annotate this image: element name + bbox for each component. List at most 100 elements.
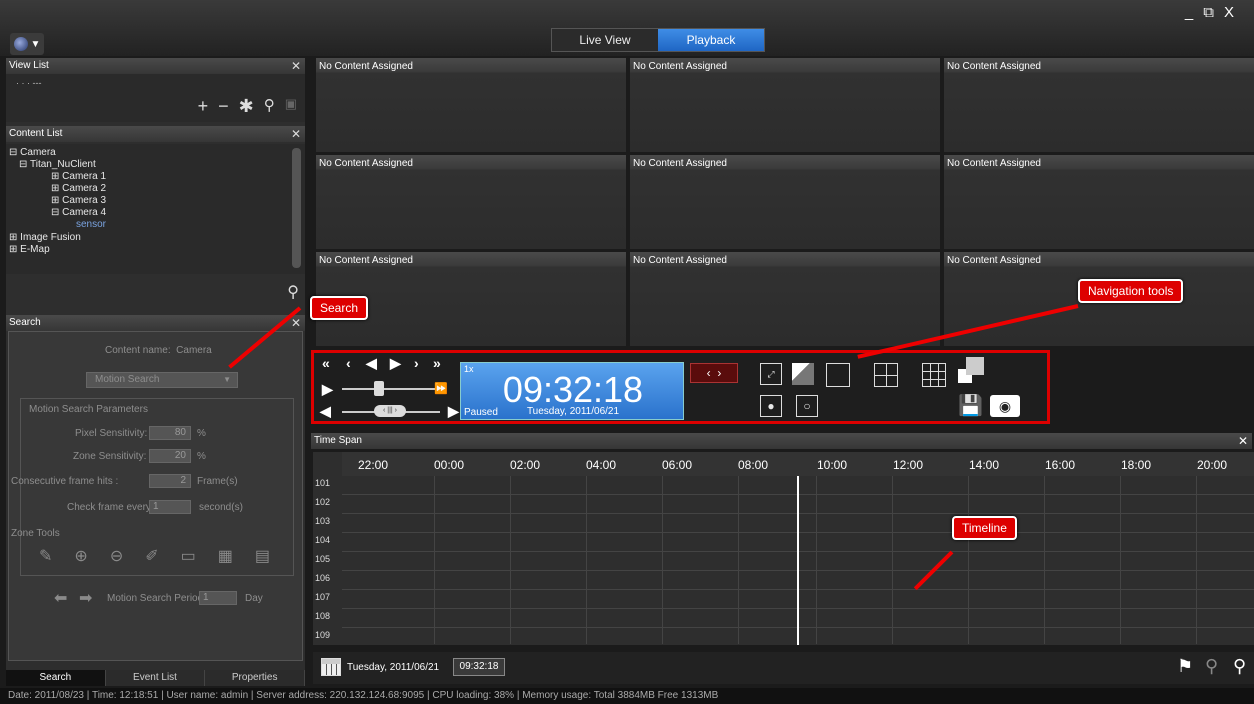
fullscreen-icon[interactable]: ⤢ (760, 363, 782, 385)
app-menu-button[interactable]: ▼ (10, 33, 44, 55)
video-cell[interactable]: No Content Assigned (944, 155, 1254, 249)
tree-item-camera-1[interactable]: ⊞ Camera 1 (51, 171, 106, 182)
speed-slider-handle[interactable] (374, 381, 384, 396)
monitor-icon[interactable]: ▣ (285, 96, 297, 117)
close-button[interactable]: X (1224, 4, 1244, 21)
tree-item-camera-3[interactable]: ⊞ Camera 3 (51, 195, 106, 206)
export-icon[interactable]: 💾 (958, 393, 983, 418)
play-icon[interactable]: ▶ (390, 355, 401, 372)
minus-circle-icon[interactable]: ⊖ (110, 546, 123, 566)
layout-2x2-icon[interactable] (874, 363, 898, 387)
search-type-select[interactable]: Motion Search ▼ (86, 372, 238, 388)
calendar-icon[interactable] (321, 658, 341, 676)
close-icon[interactable]: ✕ (291, 315, 301, 331)
tab-event-list[interactable]: Event List (105, 670, 206, 686)
period-unit: Day (245, 593, 263, 604)
tab-properties[interactable]: Properties (205, 670, 306, 686)
record-icon[interactable]: ● (760, 395, 782, 417)
tree-item-titan[interactable]: ⊟ Titan_NuClient (19, 159, 96, 170)
video-cell[interactable]: No Content Assigned (944, 58, 1254, 152)
check-unit: second(s) (199, 502, 243, 513)
window-controls: _⧉X (1185, 4, 1244, 21)
swap-layout-icon[interactable] (792, 363, 814, 385)
playback-date: Tuesday, 2011/06/21 (526, 406, 620, 417)
timeline-cursor[interactable] (797, 476, 799, 645)
footer-time-field[interactable]: 09:32:18 (453, 658, 505, 676)
tree-item-camera-2[interactable]: ⊞ Camera 2 (51, 183, 106, 194)
restore-button[interactable]: ⧉ (1203, 4, 1224, 21)
minimize-button[interactable]: _ (1185, 4, 1203, 21)
footer-date: Tuesday, 2011/06/21 (347, 662, 440, 673)
period-label: Motion Search Period (107, 593, 204, 604)
check-frame-select[interactable]: 1 (149, 500, 191, 514)
zoom-out-icon[interactable]: ⚲ (1205, 656, 1218, 677)
timeline[interactable]: 22:00 00:00 02:00 04:00 06:00 08:00 10:0… (313, 452, 1254, 645)
grid-line (738, 476, 739, 644)
step-back-icon[interactable]: ‹ (346, 355, 351, 371)
pencil-icon[interactable]: ✐ (145, 546, 158, 566)
video-cell[interactable]: No Content Assigned (630, 155, 940, 249)
next-arrow-icon[interactable]: ➡ (79, 588, 92, 608)
close-icon[interactable]: ✕ (291, 126, 301, 142)
search-title: Search (9, 317, 41, 328)
fast-forward-icon[interactable]: » (433, 355, 441, 371)
close-icon[interactable]: ✕ (291, 58, 301, 74)
consecutive-field[interactable]: 2 (149, 474, 191, 488)
search-icon[interactable]: ⚲ (287, 282, 299, 302)
video-cell[interactable]: No Content Assigned (630, 252, 940, 346)
jog-handle[interactable]: ‹ ||| › (374, 405, 406, 417)
jog-left-icon[interactable]: ◀ (320, 403, 331, 420)
video-cell[interactable]: No Content Assigned (316, 155, 626, 249)
search-icon[interactable]: ⚲ (264, 96, 275, 117)
pen-icon[interactable]: ✎ (39, 546, 52, 566)
close-icon[interactable]: ✕ (1238, 433, 1248, 449)
tab-search[interactable]: Search (6, 670, 106, 686)
custom-layout-icon[interactable] (958, 357, 984, 383)
rectangle-icon[interactable]: ▭ (181, 546, 196, 566)
time-span-header: Time Span ✕ (311, 433, 1252, 449)
gear-icon[interactable]: ✱ (239, 96, 254, 117)
jog-right-icon[interactable]: ▶ (448, 403, 459, 420)
add-icon[interactable]: + (198, 96, 209, 117)
content-name: Content name: Camera (105, 345, 212, 356)
period-field[interactable]: 1 (199, 591, 237, 605)
step-forward-icon[interactable]: › (414, 355, 419, 371)
hour-label: 20:00 (1197, 458, 1228, 472)
video-cell[interactable]: No Content Assigned (630, 58, 940, 152)
fast-rewind-icon[interactable]: « (322, 355, 330, 371)
video-cell[interactable]: No Content Assigned (316, 58, 626, 152)
skip-end-icon[interactable]: ⏩ (434, 382, 448, 395)
tree-item-camera[interactable]: ⊟ Camera (9, 147, 56, 158)
tree-item-emap[interactable]: ⊞ E-Map (9, 244, 50, 254)
row-label: 104 (315, 535, 331, 545)
flag-icon[interactable]: ⚑ (1177, 656, 1193, 677)
layout-3x3-icon[interactable] (922, 363, 946, 387)
speed-slider[interactable] (342, 388, 440, 390)
pixel-sensitivity-field[interactable]: 80 (149, 426, 191, 440)
tab-playback[interactable]: Playback (658, 29, 764, 51)
zone-sensitivity-field[interactable]: 20 (149, 449, 191, 463)
tree-item-sensor[interactable]: sensor (76, 219, 106, 230)
plus-circle-icon[interactable]: ⊕ (74, 546, 87, 566)
prev-next-event-button[interactable]: ‹ › (690, 363, 738, 383)
bottom-tabs: Search Event List Properties (6, 670, 306, 686)
content-list-scrollbar[interactable] (292, 148, 301, 268)
hour-label: 16:00 (1045, 458, 1076, 472)
tree-item-image-fusion[interactable]: ⊞ Image Fusion (9, 232, 81, 243)
row-label: 101 (315, 478, 331, 488)
play-icon[interactable]: ▶ (322, 381, 333, 398)
layout-1x1-icon[interactable] (826, 363, 850, 387)
tree-item-camera-4[interactable]: ⊟ Camera 4 (51, 207, 106, 218)
previous-arrow-icon[interactable]: ⬅ (54, 588, 67, 608)
zoom-in-icon[interactable]: ⚲ (1233, 656, 1246, 677)
camera-snapshot-icon[interactable]: ◉ (990, 395, 1020, 417)
stop-record-icon[interactable]: ○ (796, 395, 818, 417)
navigation-toolbar: « ‹ ◀ ▶ › » ▶ ⏩ ◀ ‹ ||| › ▶ 1x 09:32:18 … (311, 350, 1050, 424)
hour-label: 22:00 (358, 458, 389, 472)
tab-live-view[interactable]: Live View (552, 29, 658, 51)
layout-icon[interactable]: ▤ (255, 546, 270, 566)
remove-icon[interactable]: − (218, 96, 229, 117)
content-list-header: Content List ✕ (6, 126, 305, 142)
play-reverse-icon[interactable]: ◀ (366, 355, 377, 372)
grid-icon[interactable]: ▦ (218, 546, 233, 566)
